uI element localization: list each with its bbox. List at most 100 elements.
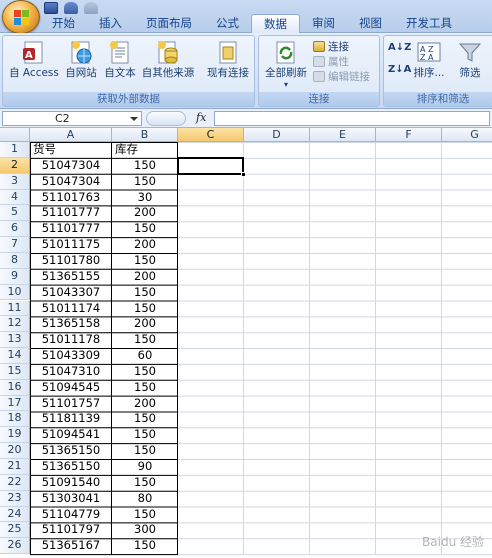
tab-5[interactable]: 审阅 <box>300 14 347 33</box>
refresh-dropdown-icon[interactable]: ▾ <box>262 79 310 91</box>
column-header-c[interactable]: C <box>178 128 244 142</box>
from-other-sources-button[interactable]: 自其他来源 <box>139 39 197 79</box>
table-cell[interactable]: 150 <box>112 364 178 380</box>
tab-0[interactable]: 开始 <box>40 14 87 33</box>
row-header[interactable]: 23 <box>0 490 30 507</box>
table-cell[interactable]: 51047310 <box>30 364 112 380</box>
table-cell[interactable]: 51101797 <box>30 522 112 538</box>
table-cell[interactable]: 150 <box>112 443 178 459</box>
table-cell[interactable]: 51011174 <box>30 301 112 317</box>
formula-input[interactable] <box>214 111 490 126</box>
table-cell[interactable]: 51101777 <box>30 221 112 237</box>
from-text-button[interactable]: 自文本 <box>101 39 139 79</box>
table-cell[interactable]: 150 <box>112 301 178 317</box>
table-cell[interactable]: 51365167 <box>30 538 112 554</box>
table-cell[interactable]: 150 <box>112 427 178 443</box>
active-cell-outline[interactable] <box>177 156 246 177</box>
sort-button[interactable]: A ZZ A 排序... <box>410 39 448 79</box>
fill-handle[interactable] <box>241 171 246 177</box>
column-header-g[interactable]: G <box>442 128 492 142</box>
header-cell[interactable]: 货号 <box>30 142 112 158</box>
row-header[interactable]: 5 <box>0 205 30 222</box>
sort-ascending-button[interactable]: A↓Z <box>388 42 411 53</box>
row-header[interactable]: 11 <box>0 300 30 317</box>
row-header[interactable]: 3 <box>0 173 30 190</box>
table-cell[interactable]: 200 <box>112 269 178 285</box>
table-cell[interactable]: 200 <box>112 316 178 332</box>
row-header[interactable]: 7 <box>0 237 30 253</box>
table-cell[interactable]: 30 <box>112 190 178 206</box>
edit-links-button[interactable]: 编辑链接 <box>313 69 370 84</box>
table-cell[interactable]: 150 <box>112 380 178 396</box>
table-cell[interactable]: 200 <box>112 205 178 221</box>
row-header[interactable]: 1 <box>0 142 30 158</box>
table-cell[interactable]: 51091540 <box>30 475 112 491</box>
properties-button[interactable]: 属性 <box>313 54 349 69</box>
table-cell[interactable]: 300 <box>112 522 178 538</box>
tab-7[interactable]: 开发工具 <box>394 14 464 33</box>
tab-1[interactable]: 插入 <box>87 14 134 33</box>
tab-6[interactable]: 视图 <box>347 14 394 33</box>
table-cell[interactable]: 200 <box>112 237 178 253</box>
refresh-all-button[interactable]: 全部刷新 ▾ <box>262 39 310 91</box>
column-header-d[interactable]: D <box>244 128 310 142</box>
row-header[interactable]: 4 <box>0 189 30 206</box>
table-cell[interactable]: 51047304 <box>30 174 112 190</box>
table-cell[interactable]: 51043309 <box>30 348 112 364</box>
table-cell[interactable]: 150 <box>112 253 178 269</box>
table-cell[interactable]: 51104779 <box>30 507 112 523</box>
table-cell[interactable]: 51011175 <box>30 237 112 253</box>
table-cell[interactable]: 150 <box>112 285 178 301</box>
row-header[interactable]: 10 <box>0 284 30 301</box>
row-header[interactable]: 18 <box>0 411 30 428</box>
table-cell[interactable]: 90 <box>112 459 178 475</box>
table-cell[interactable]: 51101757 <box>30 396 112 412</box>
table-cell[interactable]: 150 <box>112 507 178 523</box>
table-cell[interactable]: 150 <box>112 411 178 427</box>
redo-icon[interactable] <box>84 2 98 14</box>
row-header[interactable]: 20 <box>0 443 30 459</box>
formula-cancel-enter-icon[interactable] <box>146 111 186 126</box>
name-box[interactable]: C2 <box>2 111 142 126</box>
table-cell[interactable]: 150 <box>112 221 178 237</box>
row-header[interactable]: 26 <box>0 538 30 555</box>
save-icon[interactable] <box>44 2 58 14</box>
table-cell[interactable]: 150 <box>112 332 178 348</box>
table-cell[interactable]: 51094545 <box>30 380 112 396</box>
table-cell[interactable]: 51047304 <box>30 158 112 174</box>
tab-4[interactable]: 数据 <box>251 14 300 34</box>
table-cell[interactable]: 200 <box>112 396 178 412</box>
row-header[interactable]: 19 <box>0 427 30 444</box>
table-cell[interactable]: 51011178 <box>30 332 112 348</box>
connections-button[interactable]: 连接 <box>313 39 349 54</box>
from-access-button[interactable]: A 自 Access <box>7 39 61 79</box>
row-header[interactable]: 17 <box>0 395 30 412</box>
row-header[interactable]: 2 <box>0 157 30 174</box>
office-button[interactable] <box>2 0 40 34</box>
row-header[interactable]: 15 <box>0 363 30 380</box>
row-header[interactable]: 24 <box>0 506 30 523</box>
filter-button[interactable]: 筛选 <box>452 39 488 79</box>
table-cell[interactable]: 80 <box>112 491 178 507</box>
table-cell[interactable]: 150 <box>112 475 178 491</box>
header-cell[interactable]: 库存 <box>112 142 178 158</box>
column-header-b[interactable]: B <box>112 128 178 142</box>
row-header[interactable]: 25 <box>0 522 30 539</box>
row-header[interactable]: 16 <box>0 379 30 396</box>
table-cell[interactable]: 51365150 <box>30 459 112 475</box>
name-box-dropdown-icon[interactable] <box>130 117 138 121</box>
table-cell[interactable]: 60 <box>112 348 178 364</box>
existing-connections-button[interactable]: 现有连接 <box>203 39 253 79</box>
row-header[interactable]: 21 <box>0 459 30 475</box>
table-cell[interactable]: 51365158 <box>30 316 112 332</box>
row-header[interactable]: 14 <box>0 348 30 364</box>
table-cell[interactable]: 51043307 <box>30 285 112 301</box>
select-all-corner[interactable] <box>0 128 30 142</box>
from-web-button[interactable]: 自网站 <box>61 39 101 79</box>
column-header-a[interactable]: A <box>30 128 112 142</box>
row-header[interactable]: 13 <box>0 332 30 349</box>
tab-2[interactable]: 页面布局 <box>134 14 204 33</box>
table-cell[interactable]: 51101763 <box>30 190 112 206</box>
undo-icon[interactable] <box>64 2 78 14</box>
column-header-f[interactable]: F <box>376 128 442 142</box>
